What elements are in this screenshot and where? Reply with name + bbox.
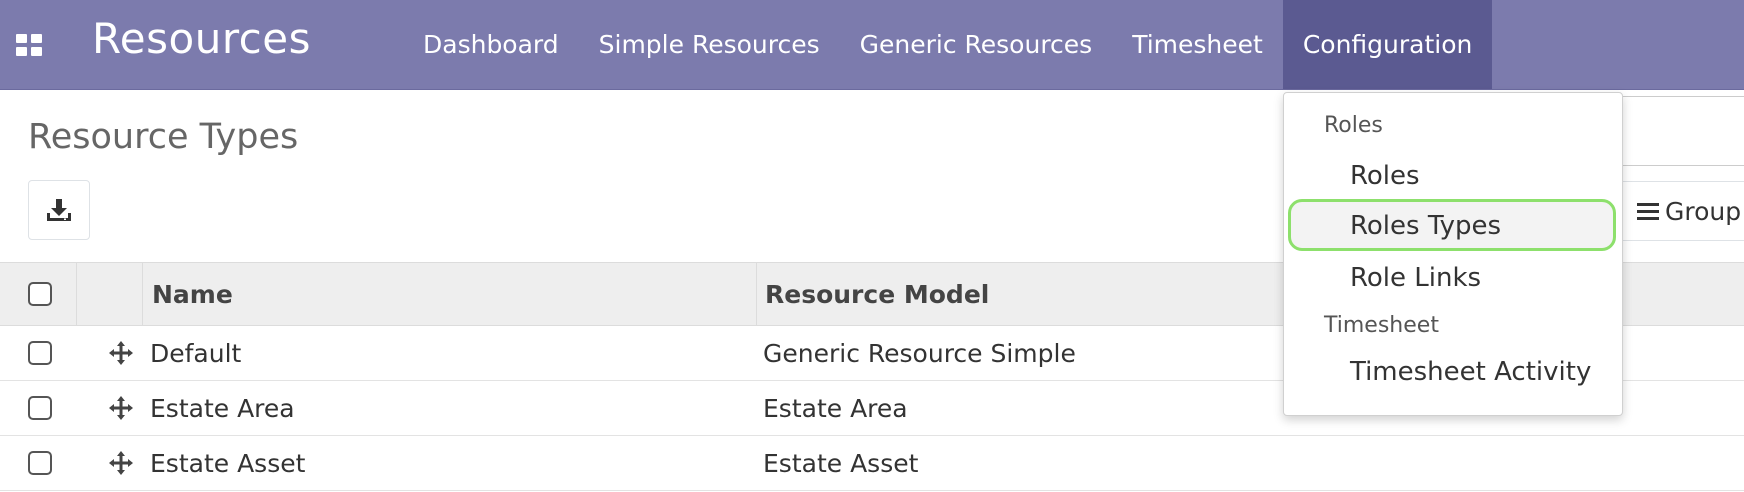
menu-generic-resources[interactable]: Generic Resources [840,0,1113,89]
dropdown-item-timesheet-activity[interactable]: Timesheet Activity [1350,357,1591,387]
row-resource-model: Estate Asset [763,448,919,478]
list-icon [1637,202,1659,220]
app-brand[interactable]: Resources [92,14,311,63]
group-by-button[interactable]: Group [1620,181,1744,241]
search-box[interactable] [1620,96,1744,166]
dropdown-item-role-links[interactable]: Role Links [1350,263,1481,293]
menu-configuration[interactable]: Configuration [1282,0,1493,89]
main-menu: Dashboard Simple Resources Generic Resou… [403,0,1493,89]
download-icon [47,199,71,221]
row-checkbox[interactable] [28,396,52,420]
dropdown-item-roles[interactable]: Roles [1350,161,1420,191]
configuration-dropdown: Roles Roles Roles Types Role Links Times… [1283,92,1623,416]
page-title: Resource Types [28,117,299,157]
table-row[interactable]: Estate Asset Estate Asset [0,436,1744,491]
group-by-label: Group [1665,196,1742,226]
apps-grid-icon[interactable] [16,34,42,56]
drag-handle-icon[interactable] [108,450,134,476]
menu-timesheet[interactable]: Timesheet [1112,0,1283,89]
dropdown-item-roles-types[interactable]: Roles Types [1350,211,1501,241]
row-resource-model: Estate Area [763,393,908,423]
menu-simple-resources[interactable]: Simple Resources [579,0,840,89]
row-checkbox[interactable] [28,451,52,475]
column-header-name[interactable]: Name [152,263,233,325]
column-header-resource-model[interactable]: Resource Model [765,263,989,325]
dropdown-section-timesheet: Timesheet [1324,313,1439,338]
top-navbar: Resources Dashboard Simple Resources Gen… [0,0,1744,90]
export-button[interactable] [28,180,90,240]
row-name: Estate Area [150,393,295,423]
menu-dashboard[interactable]: Dashboard [403,0,579,89]
row-checkbox[interactable] [28,341,52,365]
select-all-checkbox[interactable] [28,282,52,306]
row-name: Estate Asset [150,448,306,478]
drag-handle-icon[interactable] [108,395,134,421]
row-name: Default [150,338,242,368]
drag-handle-icon[interactable] [108,340,134,366]
row-resource-model: Generic Resource Simple [763,338,1076,368]
dropdown-section-roles: Roles [1324,113,1383,138]
